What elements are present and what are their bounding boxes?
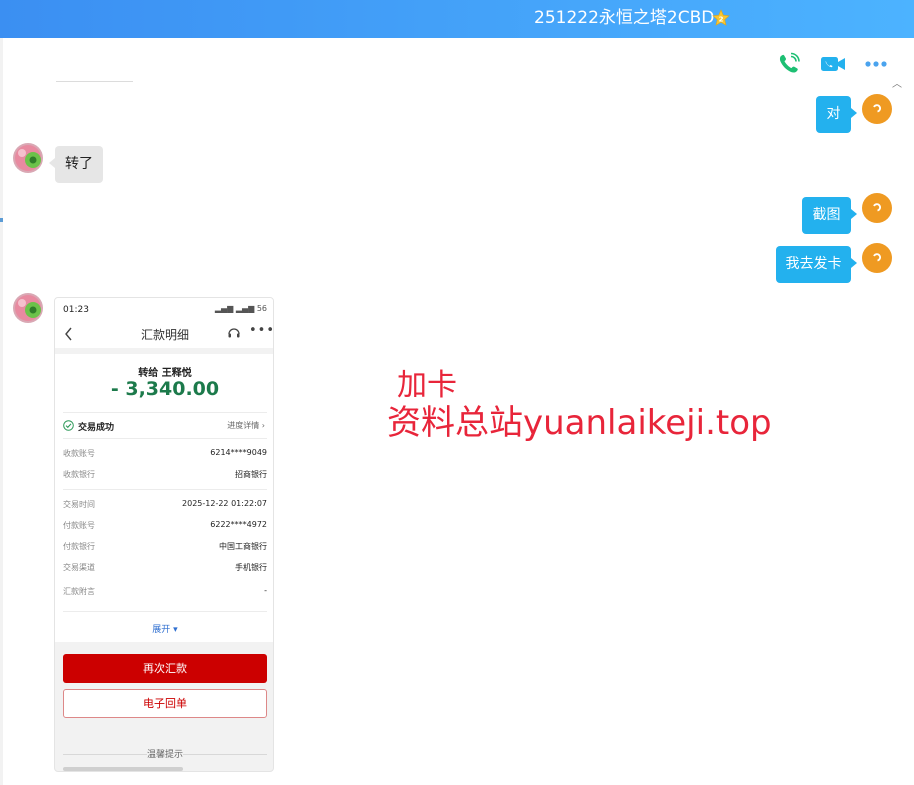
progress-detail-link: 进度详情 ›: [227, 420, 265, 431]
avatar[interactable]: [13, 143, 43, 173]
message-text: 我去发卡: [785, 256, 842, 272]
check-circle-icon: [63, 420, 74, 431]
message-text: 截图: [812, 207, 841, 223]
title-bar: 251222永恒之塔2CBD 2: [0, 0, 914, 38]
row-label: 汇款附言: [63, 587, 95, 596]
message-bubble-self[interactable]: 我去发卡: [776, 246, 857, 283]
headset-icon: [228, 328, 240, 338]
divider: [63, 611, 267, 612]
badge-level: 2: [719, 16, 724, 24]
avatar[interactable]: [862, 193, 892, 223]
row-value: -: [264, 586, 267, 595]
row-value: 手机银行: [235, 563, 267, 572]
expand-toggle: 展开 ▾: [152, 625, 178, 635]
message-text: 对: [826, 106, 841, 122]
divider: [56, 81, 133, 82]
divider: [63, 438, 267, 439]
battery-level: 56: [256, 304, 267, 313]
receipt-card: 转给 王释悦 - 3,340.00 交易成功 进度详情 › 收款账号 6214*…: [55, 354, 273, 642]
message-text: 转了: [65, 156, 93, 172]
video-camera-icon[interactable]: [820, 52, 846, 76]
message-bubble-other[interactable]: 转了: [49, 146, 103, 183]
star-level-badge-icon: 2: [712, 9, 730, 26]
receipt-nav-bar: 汇款明细 •••: [55, 320, 274, 348]
row-label: 收款账号: [63, 449, 95, 458]
avatar[interactable]: [862, 243, 892, 273]
transfer-amount: - 3,340.00: [110, 378, 220, 400]
row-value: 2025-12-22 01:22:07: [182, 499, 267, 508]
avatar-flower-icon: [13, 143, 43, 173]
avatar[interactable]: [862, 94, 892, 124]
watermark-line-1: 加卡: [397, 368, 457, 403]
chat-title: 251222永恒之塔2CBD: [534, 8, 715, 28]
status-time: 01:23: [63, 305, 89, 315]
phone-icon[interactable]: [776, 52, 802, 76]
row-value: 中国工商银行: [219, 542, 267, 551]
row-label: 收款银行: [63, 470, 95, 479]
receipt-title: 汇款明细: [140, 328, 189, 342]
divider: [63, 412, 267, 413]
progress-detail-label: 进度详情: [227, 421, 260, 430]
more-dots-icon: •••: [249, 323, 274, 338]
avatar-swirl-icon: [873, 253, 881, 262]
remit-again-button: 再次汇款: [63, 654, 267, 683]
edge-marker: [0, 218, 3, 222]
avatar[interactable]: [13, 293, 43, 323]
payee-name: 转给 王释悦: [138, 368, 192, 379]
tips-heading: 温馨提示: [146, 750, 183, 760]
transaction-status: 交易成功: [78, 423, 115, 433]
image-message-receipt[interactable]: 01:23 ▂▄▆ ▂▄▆ 56 汇款明细 ••• 转给 王释悦 - 3,340…: [54, 297, 274, 772]
row-value: 招商银行: [235, 470, 267, 479]
window-left-edge: [0, 38, 3, 785]
avatar-swirl-icon: [873, 203, 881, 212]
signal-icon: ▂▄▆ ▂▄▆: [214, 304, 257, 313]
row-label: 交易时间: [63, 500, 95, 509]
chat-window: 251222永恒之塔2CBD 2 ︿ 对 转了 截图 我去发卡 01:23 ▂▄…: [0, 0, 914, 785]
phone-status-bar: 01:23 ▂▄▆ ▂▄▆ 56: [55, 298, 273, 320]
chevron-right-icon: ›: [261, 421, 265, 430]
row-value: 6222****4972: [210, 520, 267, 529]
row-label: 付款银行: [63, 542, 95, 551]
divider: [63, 489, 267, 490]
more-dots-icon[interactable]: [863, 52, 889, 76]
scroll-up-chevron-icon[interactable]: ︿: [892, 80, 904, 90]
message-bubble-self[interactable]: 对: [816, 96, 857, 133]
message-bubble-self[interactable]: 截图: [802, 197, 857, 234]
status-battery: ▂▄▆ ▂▄▆ 56: [215, 304, 267, 313]
cut-off-text: [63, 767, 183, 771]
row-label: 付款账号: [63, 521, 95, 530]
avatar-flower-icon: [13, 293, 43, 323]
watermark-line-2: 资料总站yuanlaikeji.top: [387, 403, 772, 443]
e-receipt-button: 电子回单: [63, 689, 267, 718]
row-label: 交易渠道: [63, 563, 95, 572]
avatar-swirl-icon: [873, 104, 881, 113]
row-value: 6214****9049: [210, 448, 267, 457]
